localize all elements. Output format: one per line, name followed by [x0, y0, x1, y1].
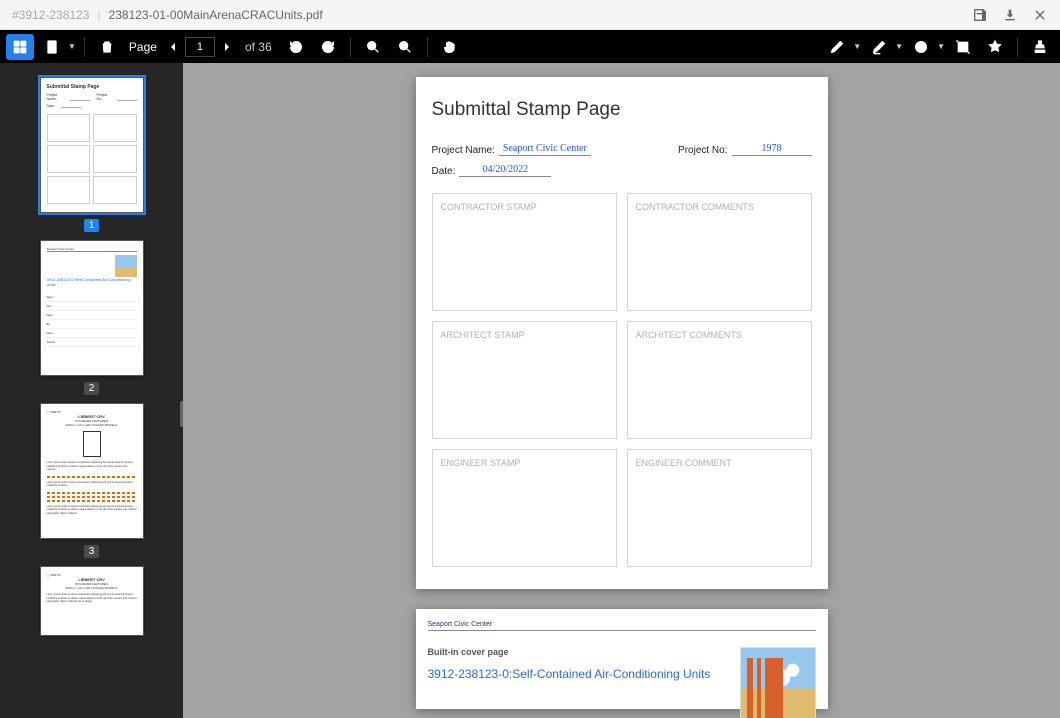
stamp-button[interactable]	[1026, 34, 1054, 60]
shape-button[interactable]	[907, 34, 935, 60]
page-title: Submittal Stamp Page	[432, 99, 812, 121]
pdf-page-2: Seaport Civic Center Built-in cover page…	[416, 609, 828, 709]
save-icon[interactable]	[972, 7, 988, 23]
favorite-button[interactable]	[981, 34, 1009, 60]
download-icon[interactable]	[1002, 7, 1018, 23]
page2-header: Seaport Civic Center	[428, 621, 816, 631]
page-label: Page	[129, 40, 157, 54]
page2-link: 3912-238123-0:Self-Contained Air-Conditi…	[428, 667, 711, 681]
chevron-down-icon[interactable]: ▼	[68, 42, 76, 51]
close-icon[interactable]	[1032, 7, 1048, 23]
architect-stamp-box: ARCHITECT STAMP	[432, 321, 617, 439]
pdf-toolbar: ▼ Page of 36 ▼	[0, 30, 1060, 63]
window-header: #3912-238123 | 238123-01-00MainArenaCRAC…	[0, 0, 1060, 30]
thumbnail-page-4[interactable]: ▢ VERTIV LIEBERT CRV STANDARD FEATURES 3…	[40, 566, 144, 636]
chevron-down-icon[interactable]: ▼	[853, 42, 861, 51]
date-value: 04/20/2022	[459, 164, 551, 177]
project-no-label: Project No:	[678, 145, 727, 156]
thumbnail-page-2[interactable]: Seaport Civic Center 3912-238123-0:Self-…	[40, 240, 144, 376]
chevron-down-icon[interactable]: ▼	[895, 42, 903, 51]
crop-button[interactable]	[949, 34, 977, 60]
document-viewport[interactable]: Submittal Stamp Page Project Name: Seapo…	[183, 63, 1060, 718]
zoom-in-button[interactable]	[391, 34, 419, 60]
rotate-right-button[interactable]	[314, 34, 342, 60]
pdf-page-1: Submittal Stamp Page Project Name: Seapo…	[416, 77, 828, 589]
single-page-button[interactable]	[38, 34, 66, 60]
cover-image	[740, 647, 816, 718]
thumb-number: 1	[84, 219, 100, 232]
thumb-item[interactable]: Submittal Stamp Page Project Name:Projec…	[40, 77, 144, 232]
project-name-label: Project Name:	[432, 145, 495, 156]
thumb-item[interactable]: ▢ VERTIV LIEBERT CRV STANDARD FEATURES 3…	[40, 566, 144, 636]
architect-comments-box: ARCHITECT COMMENTS	[627, 321, 812, 439]
project-name-value: Seaport Civic Center	[499, 143, 591, 156]
thumbnails-button[interactable]	[6, 34, 34, 60]
page-count: of 36	[245, 40, 272, 54]
filename: 238123-01-00MainArenaCRACUnits.pdf	[109, 8, 323, 22]
engineer-comment-box: ENGINEER COMMENT	[627, 449, 812, 567]
thumbnail-page-1[interactable]: Submittal Stamp Page Project Name:Projec…	[40, 77, 144, 213]
date-label: Date:	[432, 166, 456, 177]
contractor-comments-box: CONTRACTOR COMMENTS	[627, 193, 812, 311]
draw-button[interactable]	[823, 34, 851, 60]
chevron-down-icon[interactable]: ▼	[937, 42, 945, 51]
thumbnail-panel[interactable]: Submittal Stamp Page Project Name:Projec…	[0, 63, 183, 718]
highlight-button[interactable]	[865, 34, 893, 60]
next-page-button[interactable]	[219, 35, 235, 59]
pan-button[interactable]	[436, 34, 464, 60]
thumbnail-page-3[interactable]: ▢ VERTIV LIEBERT CRV STANDARD FEATURES 3…	[40, 403, 144, 539]
zoom-out-button[interactable]	[359, 34, 387, 60]
contractor-stamp-box: CONTRACTOR STAMP	[432, 193, 617, 311]
thumb-item[interactable]: ▢ VERTIV LIEBERT CRV STANDARD FEATURES 3…	[40, 403, 144, 558]
page-input[interactable]	[185, 37, 215, 57]
page2-subtitle: Built-in cover page	[428, 647, 711, 657]
record-id: #3912-238123	[12, 8, 89, 22]
rotate-left-button[interactable]	[282, 34, 310, 60]
thumb-number: 3	[84, 545, 100, 558]
main-area: Submittal Stamp Page Project Name: Projec…	[0, 63, 1060, 718]
project-no-value: 1978	[732, 143, 812, 156]
thumb-item[interactable]: Seaport Civic Center 3912-238123-0:Self-…	[40, 240, 144, 395]
engineer-stamp-box: ENGINEER STAMP	[432, 449, 617, 567]
prev-page-button[interactable]	[165, 35, 181, 59]
thumb-number: 2	[84, 382, 100, 395]
delete-button[interactable]	[93, 34, 121, 60]
